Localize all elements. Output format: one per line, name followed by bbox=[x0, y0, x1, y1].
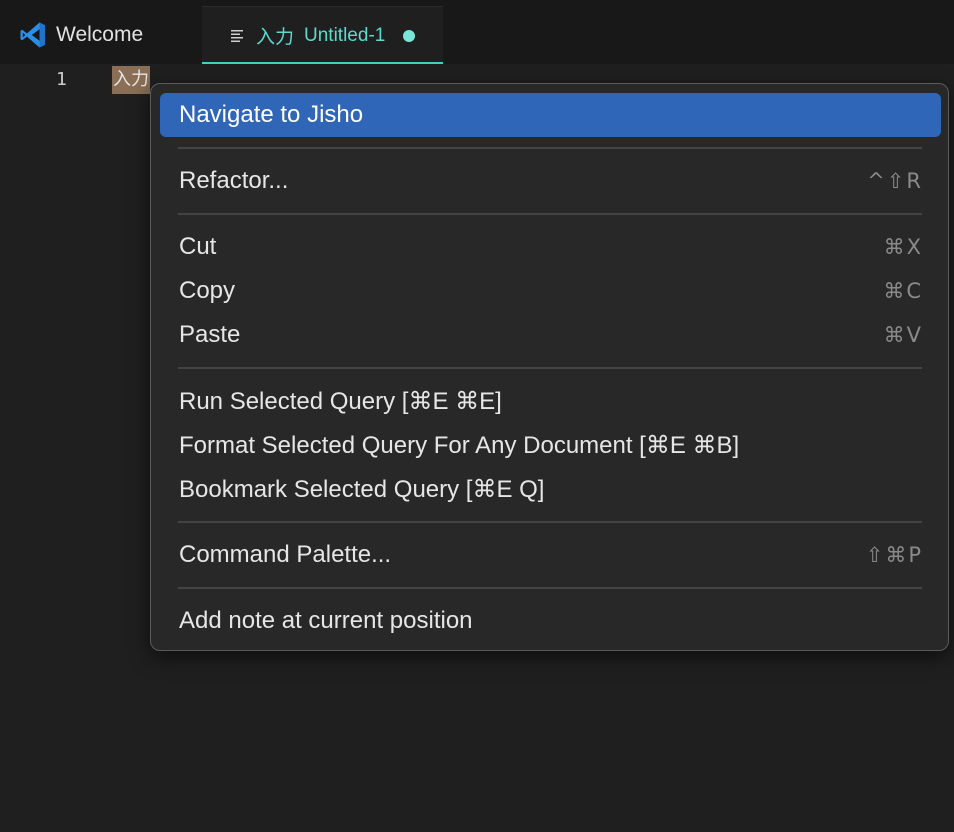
menu-item-label: Command Palette... bbox=[179, 541, 392, 568]
selected-text[interactable]: 入力 bbox=[112, 66, 150, 94]
menu-item-label: Run Selected Query [⌘E ⌘E] bbox=[179, 387, 502, 415]
menu-item-shortcut: ^⇧R bbox=[867, 169, 923, 193]
line-number: 1 bbox=[56, 69, 67, 90]
tab-untitled-1[interactable]: 入力 Untitled-1 bbox=[202, 6, 443, 64]
menu-item-cut[interactable]: Cut ⌘X bbox=[160, 225, 941, 269]
menu-item-refactor[interactable]: Refactor... ^⇧R bbox=[160, 159, 941, 203]
menu-item-label: Refactor... bbox=[179, 167, 289, 194]
tab-welcome[interactable]: Welcome bbox=[0, 6, 200, 64]
menu-item-shortcut: ⌘V bbox=[883, 323, 923, 347]
menu-item-format-selected-query[interactable]: Format Selected Query For Any Document [… bbox=[160, 423, 941, 467]
menu-item-paste[interactable]: Paste ⌘V bbox=[160, 313, 941, 357]
tab-welcome-label: Welcome bbox=[56, 23, 144, 46]
menu-item-label: Add note at current position bbox=[179, 607, 473, 634]
unsaved-dot-icon[interactable] bbox=[403, 29, 416, 42]
vscode-logo-icon bbox=[20, 22, 45, 48]
menu-item-shortcut: ⌘C bbox=[883, 279, 923, 303]
menu-item-navigate-to-jisho[interactable]: Navigate to Jisho bbox=[160, 93, 941, 137]
editor-window: Welcome 入力 Untitled-1 1 入力 Navigate to J… bbox=[0, 0, 954, 832]
tab-untitled-prefix: 入力 bbox=[256, 26, 295, 48]
menu-item-shortcut: ⇧⌘P bbox=[865, 543, 923, 567]
menu-item-run-selected-query[interactable]: Run Selected Query [⌘E ⌘E] bbox=[160, 379, 941, 423]
menu-item-label: Copy bbox=[179, 277, 236, 304]
menu-item-add-note[interactable]: Add note at current position bbox=[160, 599, 941, 643]
menu-item-shortcut: ⌘X bbox=[883, 235, 923, 259]
menu-item-label: Navigate to Jisho bbox=[179, 101, 364, 128]
menu-separator bbox=[178, 521, 922, 523]
menu-item-copy[interactable]: Copy ⌘C bbox=[160, 269, 941, 313]
menu-separator bbox=[178, 587, 922, 589]
menu-separator bbox=[178, 147, 922, 149]
menu-separator bbox=[178, 213, 922, 215]
menu-item-bookmark-selected-query[interactable]: Bookmark Selected Query [⌘E Q] bbox=[160, 467, 941, 511]
menu-item-label: Format Selected Query For Any Document [… bbox=[179, 431, 740, 459]
menu-item-command-palette[interactable]: Command Palette... ⇧⌘P bbox=[160, 533, 941, 577]
menu-item-label: Bookmark Selected Query [⌘E Q] bbox=[179, 475, 545, 503]
menu-item-label: Paste bbox=[179, 321, 241, 348]
document-lines-icon bbox=[231, 29, 243, 42]
menu-separator bbox=[178, 367, 922, 369]
menu-item-label: Cut bbox=[179, 233, 217, 260]
tab-untitled-label: Untitled-1 bbox=[304, 24, 386, 46]
context-menu: Navigate to Jisho Refactor... ^⇧R Cut ⌘X… bbox=[150, 83, 949, 651]
tab-bar: Welcome 入力 Untitled-1 bbox=[0, 0, 954, 64]
